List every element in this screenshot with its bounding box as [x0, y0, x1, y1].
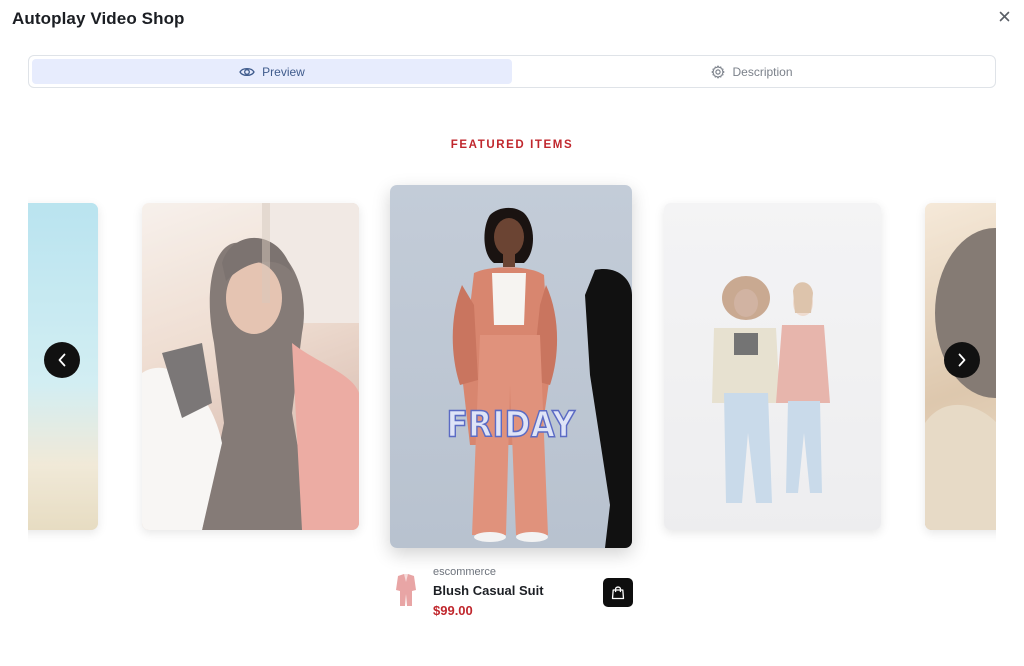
modal-title: Autoplay Video Shop — [12, 9, 185, 28]
close-button[interactable] — [994, 6, 1014, 26]
video-thumbnail — [142, 203, 359, 530]
tab-preview-label: Preview — [262, 64, 305, 79]
close-icon — [999, 11, 1009, 21]
add-to-cart-button[interactable] — [603, 578, 633, 607]
tab-description-label: Description — [732, 64, 793, 79]
video-card[interactable] — [664, 203, 881, 530]
carousel-next-button[interactable] — [944, 342, 980, 378]
product-vendor: escommerce — [433, 566, 496, 578]
carousel-prev-button[interactable] — [44, 342, 80, 378]
chevron-left-icon — [58, 353, 66, 367]
tab-description[interactable]: Description — [512, 59, 992, 84]
gear-icon — [711, 64, 726, 79]
section-heading: FEATURED ITEMS — [450, 139, 574, 151]
tab-preview[interactable]: Preview — [32, 59, 512, 84]
product-price: $99.00 — [433, 603, 473, 618]
video-thumbnail — [452, 207, 632, 548]
video-card[interactable] — [142, 203, 359, 530]
eye-icon — [239, 67, 255, 76]
product-thumbnail[interactable] — [392, 572, 420, 608]
video-card-active[interactable]: FRIDAY — [390, 185, 632, 548]
video-carousel: FRIDAY — [28, 170, 996, 570]
video-overlay-text: FRIDAY — [446, 403, 576, 446]
video-thumbnail — [712, 276, 830, 503]
product-name[interactable]: Blush Casual Suit — [433, 583, 544, 598]
shopping-bag-icon — [611, 586, 625, 600]
view-tabs: Preview Description — [28, 55, 996, 88]
chevron-right-icon — [958, 353, 966, 367]
product-info: escommerce Blush Casual Suit $99.00 — [390, 564, 634, 624]
